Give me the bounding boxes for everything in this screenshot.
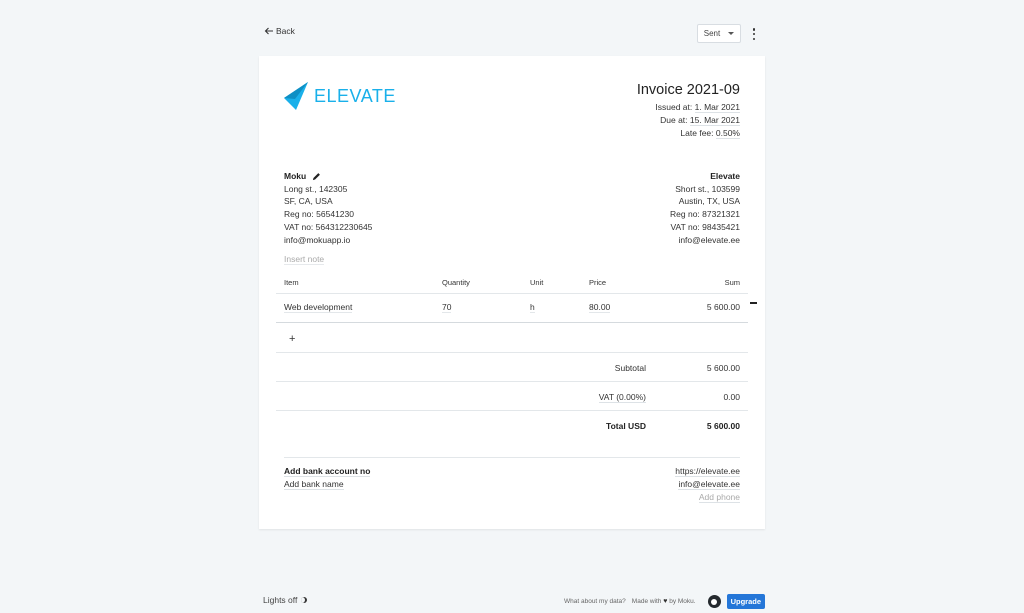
more-options-button[interactable] — [750, 28, 758, 40]
item-quantity-field[interactable]: 70 — [442, 302, 452, 313]
phone-field[interactable]: Add phone — [698, 492, 740, 503]
bank-account-field[interactable]: Add bank account no — [284, 466, 371, 477]
sender-vat-label: VAT no: — [670, 221, 700, 232]
divider — [276, 410, 748, 411]
brand-logo: ELEVATE — [284, 82, 396, 110]
made-with-label: Made with — [631, 598, 662, 605]
issued-label: Issued at: — [655, 102, 693, 112]
issued-date-field[interactable]: 1. Mar 2021 — [694, 102, 740, 113]
item-price-field[interactable]: 80.00 — [589, 302, 611, 313]
divider — [284, 457, 740, 458]
sender-vat: VAT no: 98435421 — [670, 221, 741, 234]
github-icon[interactable] — [707, 595, 721, 608]
client-reg-value: 56541230 — [316, 209, 354, 220]
back-label: Back — [276, 26, 295, 36]
total-value: 5 600.00 — [706, 421, 740, 431]
paper-plane-logo-icon — [284, 82, 308, 110]
sender-reg-value: 87321321 — [702, 209, 740, 220]
client-street: Long st., 142305 — [284, 183, 348, 194]
client-email: info@mokuapp.io — [284, 234, 351, 245]
dot-icon — [752, 32, 756, 36]
header-unit: Unit — [530, 278, 544, 287]
client-vat-label: VAT no: — [284, 221, 314, 232]
divider — [276, 293, 748, 294]
sender-reg: Reg no: 87321321 — [670, 208, 740, 221]
invoice-card: ELEVATE Invoice 2021-09 Issued at: 1. Ma… — [259, 56, 765, 529]
divider — [276, 322, 748, 323]
subtotal-value: 5 600.00 — [706, 363, 740, 373]
total-label: Total USD — [606, 421, 646, 431]
website-field[interactable]: https://elevate.ee — [675, 466, 740, 477]
client-vat: VAT no: 564312230645 — [284, 221, 372, 234]
by-label: by Moku. — [669, 598, 696, 605]
subtotal-label: Subtotal — [614, 363, 646, 373]
brand-name: ELEVATE — [314, 85, 396, 106]
late-fee-field[interactable]: 0.50% — [715, 128, 740, 139]
lights-toggle[interactable]: Lights off — [263, 595, 308, 605]
client-reg-label: Reg no: — [284, 209, 314, 220]
header-sum: Sum — [724, 278, 740, 287]
insert-note-field[interactable]: Insert note — [284, 254, 325, 265]
dot-icon — [752, 28, 756, 31]
remove-row-button[interactable] — [750, 302, 757, 304]
item-unit-field[interactable]: h — [530, 302, 535, 313]
status-dropdown[interactable]: Sent — [697, 24, 741, 43]
sender-email: info@elevate.ee — [678, 234, 740, 245]
bank-details: Add bank account no Add bank name — [284, 465, 371, 491]
heart-icon: ♥ — [663, 598, 668, 605]
vat-rate-field[interactable]: VAT (0.00%) — [598, 392, 646, 403]
client-name: Moku — [284, 171, 307, 181]
upgrade-button[interactable]: Upgrade — [726, 594, 765, 609]
lights-label: Lights off — [263, 595, 298, 605]
contact-details: https://elevate.ee info@elevate.ee Add p… — [675, 465, 740, 504]
divider — [276, 381, 748, 382]
footer-links: What about my data? Made with ♥ by Moku.… — [564, 594, 765, 609]
client-name-row: Moku — [284, 170, 372, 183]
add-row-button[interactable]: + — [289, 333, 295, 345]
back-button[interactable]: Back — [264, 26, 295, 36]
sender-city: Austin, TX, USA — [678, 196, 740, 207]
made-with-text: Made with ♥ by Moku. — [632, 598, 696, 605]
header-quantity: Quantity — [442, 278, 470, 287]
sender-street: Short st., 103599 — [675, 183, 740, 194]
due-label: Due at: — [660, 115, 688, 125]
bank-name-field[interactable]: Add bank name — [284, 479, 344, 490]
table-row: Web development 70 h 80.00 5 600.00 — [284, 302, 740, 316]
late-fee-label: Late fee: — [680, 128, 714, 138]
invoice-title[interactable]: Invoice 2021-09 — [637, 82, 740, 98]
sender-name: Elevate — [710, 171, 740, 181]
pencil-icon[interactable] — [312, 172, 321, 181]
arrow-left-icon — [264, 27, 273, 35]
caret-down-icon — [728, 32, 735, 35]
contact-email-field[interactable]: info@elevate.ee — [678, 479, 740, 490]
dot-icon — [752, 37, 756, 40]
issued-date-line: Issued at: 1. Mar 2021 — [637, 101, 740, 114]
item-sum: 5 600.00 — [706, 302, 740, 312]
header-price: Price — [589, 278, 607, 287]
moon-icon — [301, 597, 308, 603]
sender-reg-label: Reg no: — [670, 209, 700, 220]
sender-details: Elevate Short st., 103599 Austin, TX, US… — [670, 170, 740, 246]
table-header: Item Quantity Unit Price Sum — [284, 278, 740, 292]
late-fee-line: Late fee: 0.50% — [637, 127, 740, 140]
header-item: Item — [284, 278, 299, 287]
item-description-field[interactable]: Web development — [284, 302, 353, 313]
vat-value: 0.00 — [723, 392, 740, 402]
client-vat-value: 564312230645 — [315, 221, 373, 232]
client-reg: Reg no: 56541230 — [284, 208, 372, 221]
status-value: Sent — [703, 29, 721, 38]
client-details: Moku Long st., 142305 SF, CA, USA Reg no… — [284, 170, 372, 246]
data-privacy-link[interactable]: What about my data? — [564, 598, 626, 605]
invoice-header: Invoice 2021-09 Issued at: 1. Mar 2021 D… — [637, 82, 740, 140]
client-city: SF, CA, USA — [284, 196, 333, 207]
divider — [276, 352, 748, 353]
due-date-field[interactable]: 15. Mar 2021 — [689, 115, 740, 126]
sender-vat-value: 98435421 — [702, 221, 740, 232]
due-date-line: Due at: 15. Mar 2021 — [637, 114, 740, 127]
